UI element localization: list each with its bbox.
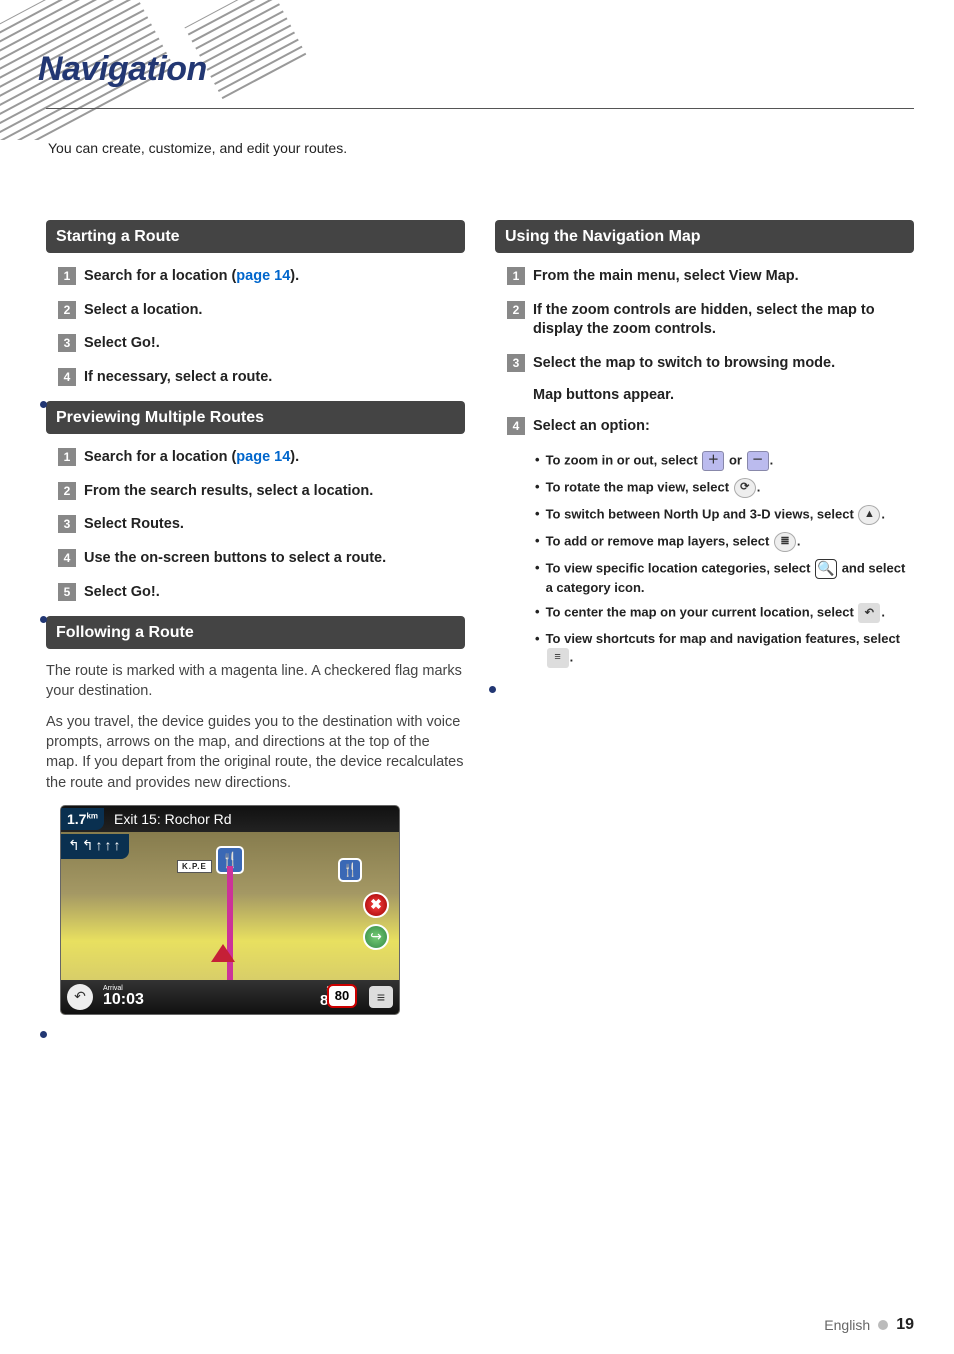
section-dot-icon	[489, 686, 496, 693]
step-text-suffix: ).	[290, 268, 299, 284]
start-step-2: 2 Select a location.	[58, 301, 465, 321]
right-column: Using the Navigation Map 1 From the main…	[495, 220, 914, 1027]
page-title: Navigation	[38, 50, 207, 89]
step-number: 3	[507, 354, 525, 372]
page-ref-link[interactable]: page 14	[236, 449, 290, 465]
step-number: 3	[58, 515, 76, 533]
step-text: If necessary, select a route.	[84, 368, 465, 388]
follow-paragraph-1: The route is marked with a magenta line.…	[46, 661, 465, 702]
step-text: Search for a location (	[84, 268, 236, 284]
step-text: Select Routes.	[84, 515, 465, 535]
preview-step-5: 5 Select Go!.	[58, 583, 465, 603]
section-dot-icon	[40, 616, 47, 623]
option-categories: • To view specific location categories, …	[531, 559, 914, 597]
step-text: Select Go!.	[84, 583, 465, 603]
using-step-4: 4 Select an option:	[507, 417, 914, 437]
section-dot-icon	[40, 1031, 47, 1038]
using-note: Map buttons appear.	[533, 387, 914, 403]
option-list: • To zoom in or out, select ＋ or －. • To…	[531, 451, 914, 668]
step-number: 4	[507, 417, 525, 435]
step-text: Select Go!.	[84, 334, 465, 354]
road-badge: K.P.E	[177, 860, 212, 873]
option-rotate: • To rotate the map view, select ⟳.	[531, 478, 914, 498]
left-column: Starting a Route 1 Search for a location…	[46, 220, 465, 1027]
step-text: Use the on-screen buttons to select a ro…	[84, 549, 465, 569]
route-line	[216, 866, 244, 986]
section-following-route: Following a Route	[46, 616, 465, 649]
preview-step-1: 1 Search for a location (page 14).	[58, 448, 465, 468]
step-text: If the zoom controls are hidden, select …	[533, 301, 914, 340]
step-text-suffix: ).	[290, 449, 299, 465]
stop-route-icon: ✖	[363, 892, 389, 918]
step-number: 3	[58, 334, 76, 352]
step-number: 2	[58, 482, 76, 500]
rotate-map-icon: ⟳	[734, 478, 756, 498]
section-preview-routes: Previewing Multiple Routes	[46, 401, 465, 434]
vehicle-icon	[211, 944, 235, 962]
zoom-in-icon: ＋	[702, 451, 724, 471]
page-number: 19	[896, 1316, 914, 1334]
step-text: Select an option:	[533, 417, 914, 437]
option-center: • To center the map on your current loca…	[531, 603, 914, 623]
option-zoom: • To zoom in or out, select ＋ or －.	[531, 451, 914, 471]
step-text: Select the map to switch to browsing mod…	[533, 354, 914, 374]
follow-paragraph-2: As you travel, the device guides you to …	[46, 712, 465, 793]
menu-icon: ≡	[369, 986, 393, 1008]
page-header: Navigation	[0, 0, 954, 140]
option-layers: • To add or remove map layers, select ≣.	[531, 532, 914, 552]
intro-text: You can create, customize, and edit your…	[0, 140, 954, 156]
step-number: 1	[507, 267, 525, 285]
step-number: 1	[58, 267, 76, 285]
start-step-3: 3 Select Go!.	[58, 334, 465, 354]
food-poi-icon: 🍴	[338, 858, 362, 882]
step-number: 4	[58, 549, 76, 567]
preview-step-2: 2 From the search results, select a loca…	[58, 482, 465, 502]
section-using-nav-map: Using the Navigation Map	[495, 220, 914, 253]
nav-map-screenshot: 1.7km Exit 15: Rochor Rd ↰↰↑↑↑ K.P.E 🍴 🍴…	[60, 805, 400, 1015]
menu-icon: ≡	[547, 648, 569, 668]
page-ref-link[interactable]: page 14	[236, 268, 290, 284]
map-distance: 1.7km	[61, 808, 104, 830]
page-footer: English 19	[824, 1316, 914, 1334]
detour-icon: ↪	[363, 924, 389, 950]
option-shortcuts: • To view shortcuts for map and navigati…	[531, 630, 914, 668]
step-text: Search for a location (	[84, 449, 236, 465]
step-text: From the main menu, select View Map.	[533, 267, 914, 287]
north-up-icon: ▲	[858, 505, 880, 525]
step-text: From the search results, select a locati…	[84, 482, 465, 502]
lane-arrows-icon: ↰↰↑↑↑	[61, 834, 129, 859]
step-number: 5	[58, 583, 76, 601]
step-number: 2	[507, 301, 525, 319]
preview-step-4: 4 Use the on-screen buttons to select a …	[58, 549, 465, 569]
reset-icon: ↶	[858, 603, 880, 623]
preview-step-3: 3 Select Routes.	[58, 515, 465, 535]
using-step-3: 3 Select the map to switch to browsing m…	[507, 354, 914, 374]
back-icon: ↶	[67, 984, 93, 1010]
section-starting-route: Starting a Route	[46, 220, 465, 253]
option-northup-3d: • To switch between North Up and 3-D vie…	[531, 505, 914, 525]
start-step-1: 1 Search for a location (page 14).	[58, 267, 465, 287]
step-number: 2	[58, 301, 76, 319]
footer-dot-icon	[878, 1320, 888, 1330]
search-icon: 🔍	[815, 559, 837, 579]
step-number: 4	[58, 368, 76, 386]
step-text: Select a location.	[84, 301, 465, 321]
arrival-time: Arrival 10:03	[103, 985, 144, 1008]
speed-limit-badge: 80	[327, 984, 357, 1008]
step-number: 1	[58, 448, 76, 466]
title-rule	[46, 108, 914, 109]
start-step-4: 4 If necessary, select a route.	[58, 368, 465, 388]
using-step-2: 2 If the zoom controls are hidden, selec…	[507, 301, 914, 340]
footer-language: English	[824, 1317, 870, 1333]
zoom-out-icon: －	[747, 451, 769, 471]
using-step-1: 1 From the main menu, select View Map.	[507, 267, 914, 287]
map-exit-label: Exit 15: Rochor Rd	[114, 811, 232, 827]
layers-icon: ≣	[774, 532, 796, 552]
